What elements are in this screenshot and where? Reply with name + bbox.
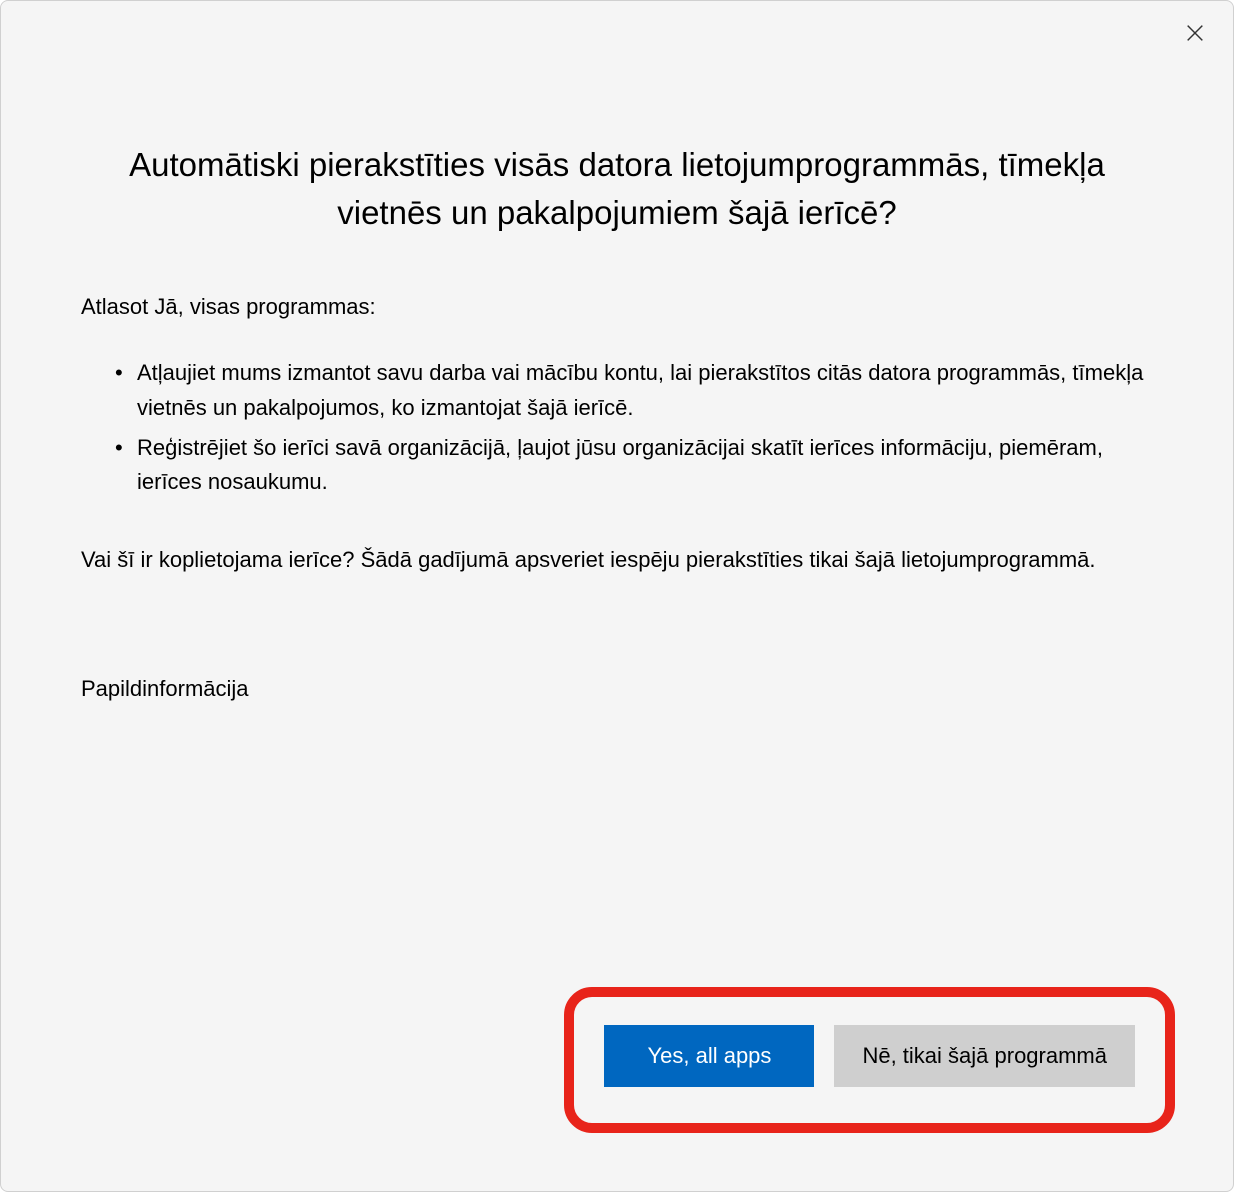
bullet-list: Atļaujiet mums izmantot savu darba vai m… (81, 356, 1153, 498)
more-info-link[interactable]: Papildinformācija (81, 676, 249, 702)
shared-device-text: Vai šī ir koplietojama ierīce? Šādā gadī… (81, 543, 1153, 576)
no-this-app-only-button[interactable]: Nē, tikai šajā programmā (834, 1025, 1135, 1087)
list-item: Reģistrējiet šo ierīci savā organizācijā… (119, 431, 1153, 499)
list-item: Atļaujiet mums izmantot savu darba vai m… (119, 356, 1153, 424)
close-button[interactable] (1175, 13, 1215, 53)
close-icon (1184, 22, 1206, 44)
button-area: Yes, all apps Nē, tikai šajā programmā (564, 987, 1175, 1133)
yes-all-apps-button[interactable]: Yes, all apps (604, 1025, 814, 1087)
signin-dialog: Automātiski pierakstīties visās datora l… (0, 0, 1234, 1192)
intro-text: Atlasot Jā, visas programmas: (81, 292, 1153, 323)
dialog-heading: Automātiski pierakstīties visās datora l… (81, 141, 1153, 237)
highlight-annotation: Yes, all apps Nē, tikai šajā programmā (564, 987, 1175, 1133)
